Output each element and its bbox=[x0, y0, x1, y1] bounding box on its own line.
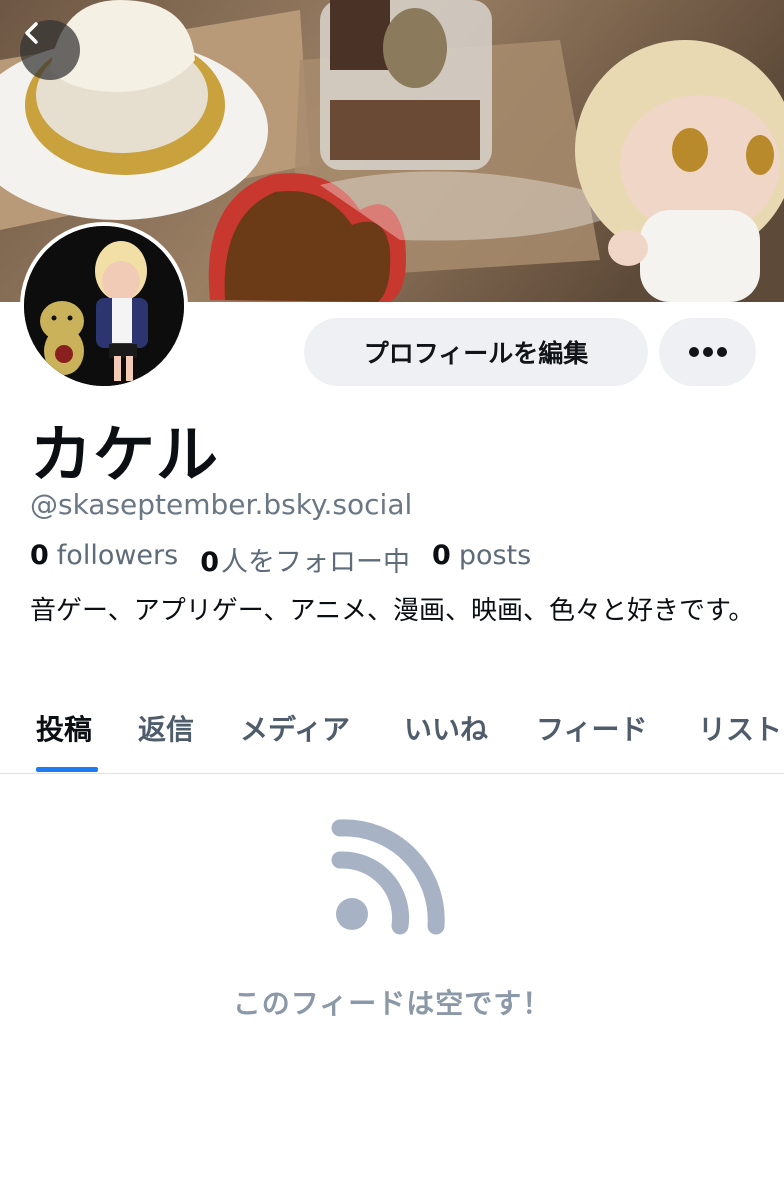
edit-profile-button[interactable]: プロフィールを編集 bbox=[304, 318, 648, 386]
followers-stat[interactable]: 0 followers bbox=[30, 540, 178, 579]
tab-media[interactable]: メディア bbox=[240, 708, 350, 748]
avatar[interactable] bbox=[20, 222, 188, 390]
active-tab-indicator bbox=[36, 767, 98, 772]
followers-label: followers bbox=[56, 540, 179, 571]
profile-tabs: 投稿 返信 メディア いいね フィード リスト bbox=[0, 700, 784, 774]
rss-feed-icon bbox=[331, 819, 445, 935]
tab-lists[interactable]: リスト bbox=[698, 708, 782, 748]
posts-label: posts bbox=[458, 540, 532, 571]
profile-handle: @skaseptember.bsky.social bbox=[30, 488, 413, 521]
profile-stats: 0 followers 0人をフォロー中 0 posts bbox=[30, 540, 531, 579]
display-name: カケル bbox=[30, 418, 220, 491]
posts-stat: 0 posts bbox=[432, 540, 531, 579]
empty-feed-message: このフィードは空です！ bbox=[232, 987, 552, 1020]
tab-likes[interactable]: いいね bbox=[404, 708, 488, 748]
following-label: 人をフォロー中 bbox=[221, 547, 411, 578]
back-button[interactable] bbox=[20, 20, 80, 80]
chevron-left-icon bbox=[25, 22, 38, 44]
tab-feeds[interactable]: フィード bbox=[536, 708, 647, 748]
following-count: 0 bbox=[200, 547, 220, 578]
followers-count: 0 bbox=[30, 540, 49, 571]
more-options-button[interactable] bbox=[659, 318, 756, 386]
avatar-image bbox=[24, 226, 184, 386]
following-stat[interactable]: 0人をフォロー中 bbox=[200, 540, 410, 579]
tab-posts[interactable]: 投稿 bbox=[36, 708, 92, 748]
more-dots-icon bbox=[688, 347, 727, 357]
profile-bio: 音ゲー、アプリゲー、アニメ、漫画、映画、色々と好きです。 bbox=[30, 596, 755, 626]
tab-replies[interactable]: 返信 bbox=[138, 708, 194, 748]
posts-count: 0 bbox=[432, 540, 451, 571]
